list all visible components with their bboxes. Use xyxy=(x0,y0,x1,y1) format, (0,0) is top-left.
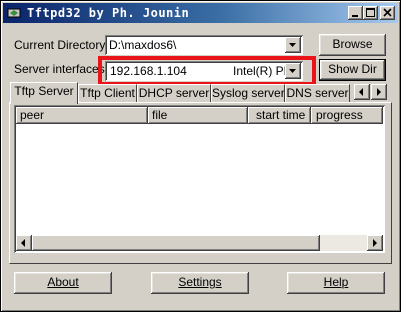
column-header-file[interactable]: file xyxy=(148,107,248,124)
current-directory-combo[interactable]: D:\maxdos6\ xyxy=(105,35,303,55)
directory-dropdown-button[interactable] xyxy=(285,37,301,53)
tab-scroll-left-button[interactable] xyxy=(354,84,370,100)
browse-button[interactable]: Browse xyxy=(319,34,386,56)
minimize-icon xyxy=(352,15,358,17)
column-label: start time xyxy=(256,108,306,122)
column-label: file xyxy=(152,108,168,122)
browse-button-label: Browse xyxy=(332,37,373,51)
maximize-button[interactable] xyxy=(363,6,378,20)
tab-scroll-right-button[interactable] xyxy=(371,84,387,100)
close-button[interactable] xyxy=(380,6,395,20)
column-header-progress[interactable]: progress xyxy=(311,107,383,124)
tab-syslog-server[interactable]: Syslog server xyxy=(211,84,285,103)
arrow-left-icon xyxy=(21,239,25,247)
tab-label: DHCP server xyxy=(138,86,210,100)
window-title: Tftpd32 by Ph. Jounin xyxy=(27,6,190,20)
scroll-right-button[interactable] xyxy=(367,235,383,251)
close-icon xyxy=(383,8,392,17)
horizontal-scrollbar[interactable] xyxy=(16,235,383,251)
about-button-label: About xyxy=(47,275,79,289)
arrow-right-icon xyxy=(377,88,381,96)
settings-button[interactable]: Settings xyxy=(151,272,249,294)
maximize-icon xyxy=(366,8,375,17)
current-directory-value: D:\maxdos6\ xyxy=(109,38,177,52)
tab-tftp-server[interactable]: Tftp Server xyxy=(10,82,78,104)
help-button[interactable]: Help xyxy=(287,272,385,294)
help-button-label: Help xyxy=(323,275,349,289)
column-header-peer[interactable]: peer xyxy=(16,107,148,124)
show-dir-button-label: Show Dir xyxy=(328,62,377,76)
tab-dns-server[interactable]: DNS server xyxy=(285,84,350,103)
arrow-left-icon xyxy=(359,88,363,96)
about-button[interactable]: About xyxy=(14,272,112,294)
current-directory-label: Current Directory xyxy=(14,38,106,52)
tab-label: Tftp Server xyxy=(14,84,74,98)
scroll-left-button[interactable] xyxy=(16,235,32,251)
title-bar[interactable]: Tftpd32 by Ph. Jounin xyxy=(3,3,398,23)
app-icon xyxy=(7,6,21,20)
column-label: peer xyxy=(20,108,45,122)
column-label: progress xyxy=(316,108,363,122)
arrow-right-icon xyxy=(373,239,377,247)
minimize-button[interactable] xyxy=(348,6,363,20)
tab-label: Tftp Client xyxy=(80,86,135,100)
tab-label: DNS server xyxy=(286,86,349,100)
scroll-thumb[interactable] xyxy=(32,235,320,251)
tab-label: Syslog server xyxy=(212,86,285,100)
column-header-start-time[interactable]: start time xyxy=(248,107,311,124)
chevron-down-icon xyxy=(289,43,296,47)
tab-tftp-client[interactable]: Tftp Client xyxy=(78,84,137,103)
settings-button-label: Settings xyxy=(178,275,222,289)
tab-dhcp-server[interactable]: DHCP server xyxy=(137,84,211,103)
tftpd32-window: Tftpd32 by Ph. Jounin Current Directory … xyxy=(0,0,401,312)
highlight-box xyxy=(98,56,316,86)
show-dir-button[interactable]: Show Dir xyxy=(319,59,386,81)
transfers-list[interactable]: peer file start time progress xyxy=(14,105,385,253)
server-interfaces-label: Server interfaces xyxy=(14,62,105,76)
